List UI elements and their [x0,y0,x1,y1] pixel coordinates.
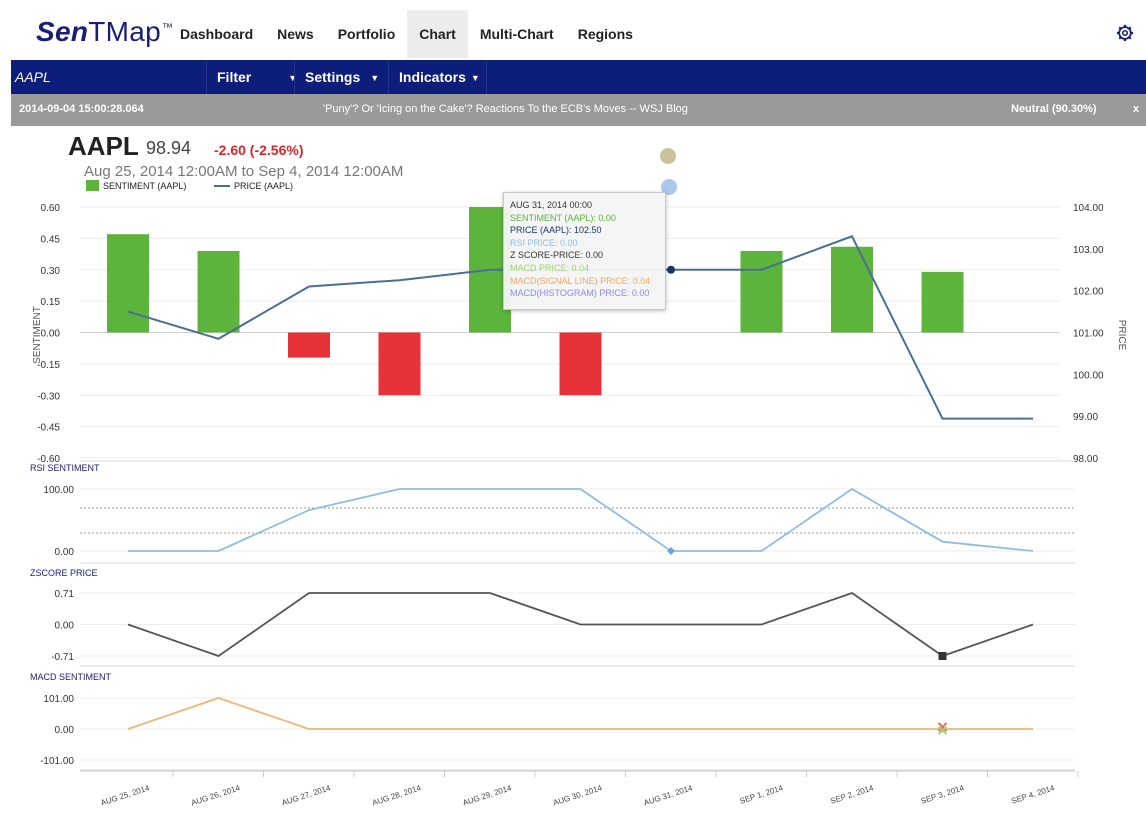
tooltip-sentiment: SENTIMENT (AAPL): 0.00 [510,212,616,223]
y-tick-label: 0.15 [41,297,61,308]
panel-title-rsi: RSI SENTIMENT [30,463,100,473]
y2-tick-label: 99.00 [1073,412,1098,423]
sentiment-bar [197,250,240,333]
legend-sentiment-swatch [86,180,99,191]
y-tick-label: -0.30 [37,391,60,402]
y-tick-label: 0.30 [41,266,61,277]
sentiment-bar [559,332,602,396]
macd-y-tick-label: -101.00 [40,756,74,767]
tooltip-histogram: MACD(HISTOGRAM) PRICE: 0.00 [510,288,650,299]
sentiment-bar [378,332,421,396]
zscore-line [127,591,1034,658]
panel-title-macd: MACD SENTIMENT [30,672,112,682]
y-tick-label: 0.60 [41,203,61,214]
range-handle-marker[interactable] [660,148,676,164]
macd-y-tick-label: 101.00 [43,694,74,705]
rsi-line [128,487,1034,552]
macd-y-tick-label: 0.00 [55,725,75,736]
x-tick-label: AUG 30, 2014 [552,783,604,807]
chart-tooltip: AUG 31, 2014 00:00 SENTIMENT (AAPL): 0.0… [503,192,666,310]
macd-line [127,697,1033,730]
x-tick-label: SEP 2, 2014 [829,783,875,806]
x-tick-label: AUG 31, 2014 [643,783,695,807]
zscore-y-tick-label: 0.71 [55,589,75,600]
x-tick-label: SEP 3, 2014 [920,783,966,806]
y2-axis-title: PRICE [1116,320,1127,351]
y-tick-label: 0.45 [41,234,61,245]
y2-tick-label: 103.00 [1073,245,1104,256]
y2-tick-label: 102.00 [1073,287,1104,298]
x-tick-label: AUG 26, 2014 [190,783,242,807]
zscore-y-tick-label: -0.71 [51,652,74,663]
sentiment-bar [921,271,964,333]
legend-sentiment-label: SENTIMENT (AAPL) [103,181,186,191]
y-tick-label: 0.00 [41,329,61,340]
y-tick-label: -0.15 [37,360,60,371]
zscore-point [938,652,947,660]
sentiment-bar [740,250,783,333]
legend-price-label: PRICE (AAPL) [234,181,293,191]
y-tick-label: -0.45 [37,423,60,434]
chart-area[interactable]: SENTIMENT (AAPL) PRICE (AAPL) SENTIMENT … [0,0,1146,813]
zscore-y-tick-label: 0.00 [55,621,75,632]
x-tick-label: SEP 4, 2014 [1010,783,1056,806]
panel-title-zscore: ZSCORE PRICE [30,568,98,578]
tooltip-zscore: Z SCORE-PRICE: 0.00 [510,250,604,261]
rsi-y-tick-label: 100.00 [43,485,74,496]
y2-tick-label: 104.00 [1073,203,1104,214]
rsi-y-tick-label: 0.00 [55,547,75,558]
x-tick-label: AUG 25, 2014 [100,783,152,807]
tooltip-price: PRICE (AAPL): 102.50 [510,225,602,236]
tooltip-rsi: RSI PRICE: 0.00 [510,237,578,248]
sentiment-bar [107,234,149,333]
tooltip-date: AUG 31, 2014 00:00 [510,200,593,210]
sentiment-bar [831,246,873,333]
x-tick-label: AUG 27, 2014 [281,783,333,807]
x-tick-label: AUG 28, 2014 [371,783,423,807]
price-point [667,265,675,274]
y2-tick-label: 98.00 [1073,454,1098,465]
y2-tick-label: 101.00 [1073,329,1104,340]
x-tick-label: AUG 29, 2014 [462,783,514,807]
y2-tick-label: 100.00 [1073,370,1104,381]
x-tick-label: SEP 1, 2014 [739,783,785,806]
tooltip-macd: MACD PRICE: 0.04 [510,262,590,273]
tooltip-signal: MACD(SIGNAL LINE) PRICE: 0.04 [510,275,651,286]
sentiment-bar [288,332,330,358]
